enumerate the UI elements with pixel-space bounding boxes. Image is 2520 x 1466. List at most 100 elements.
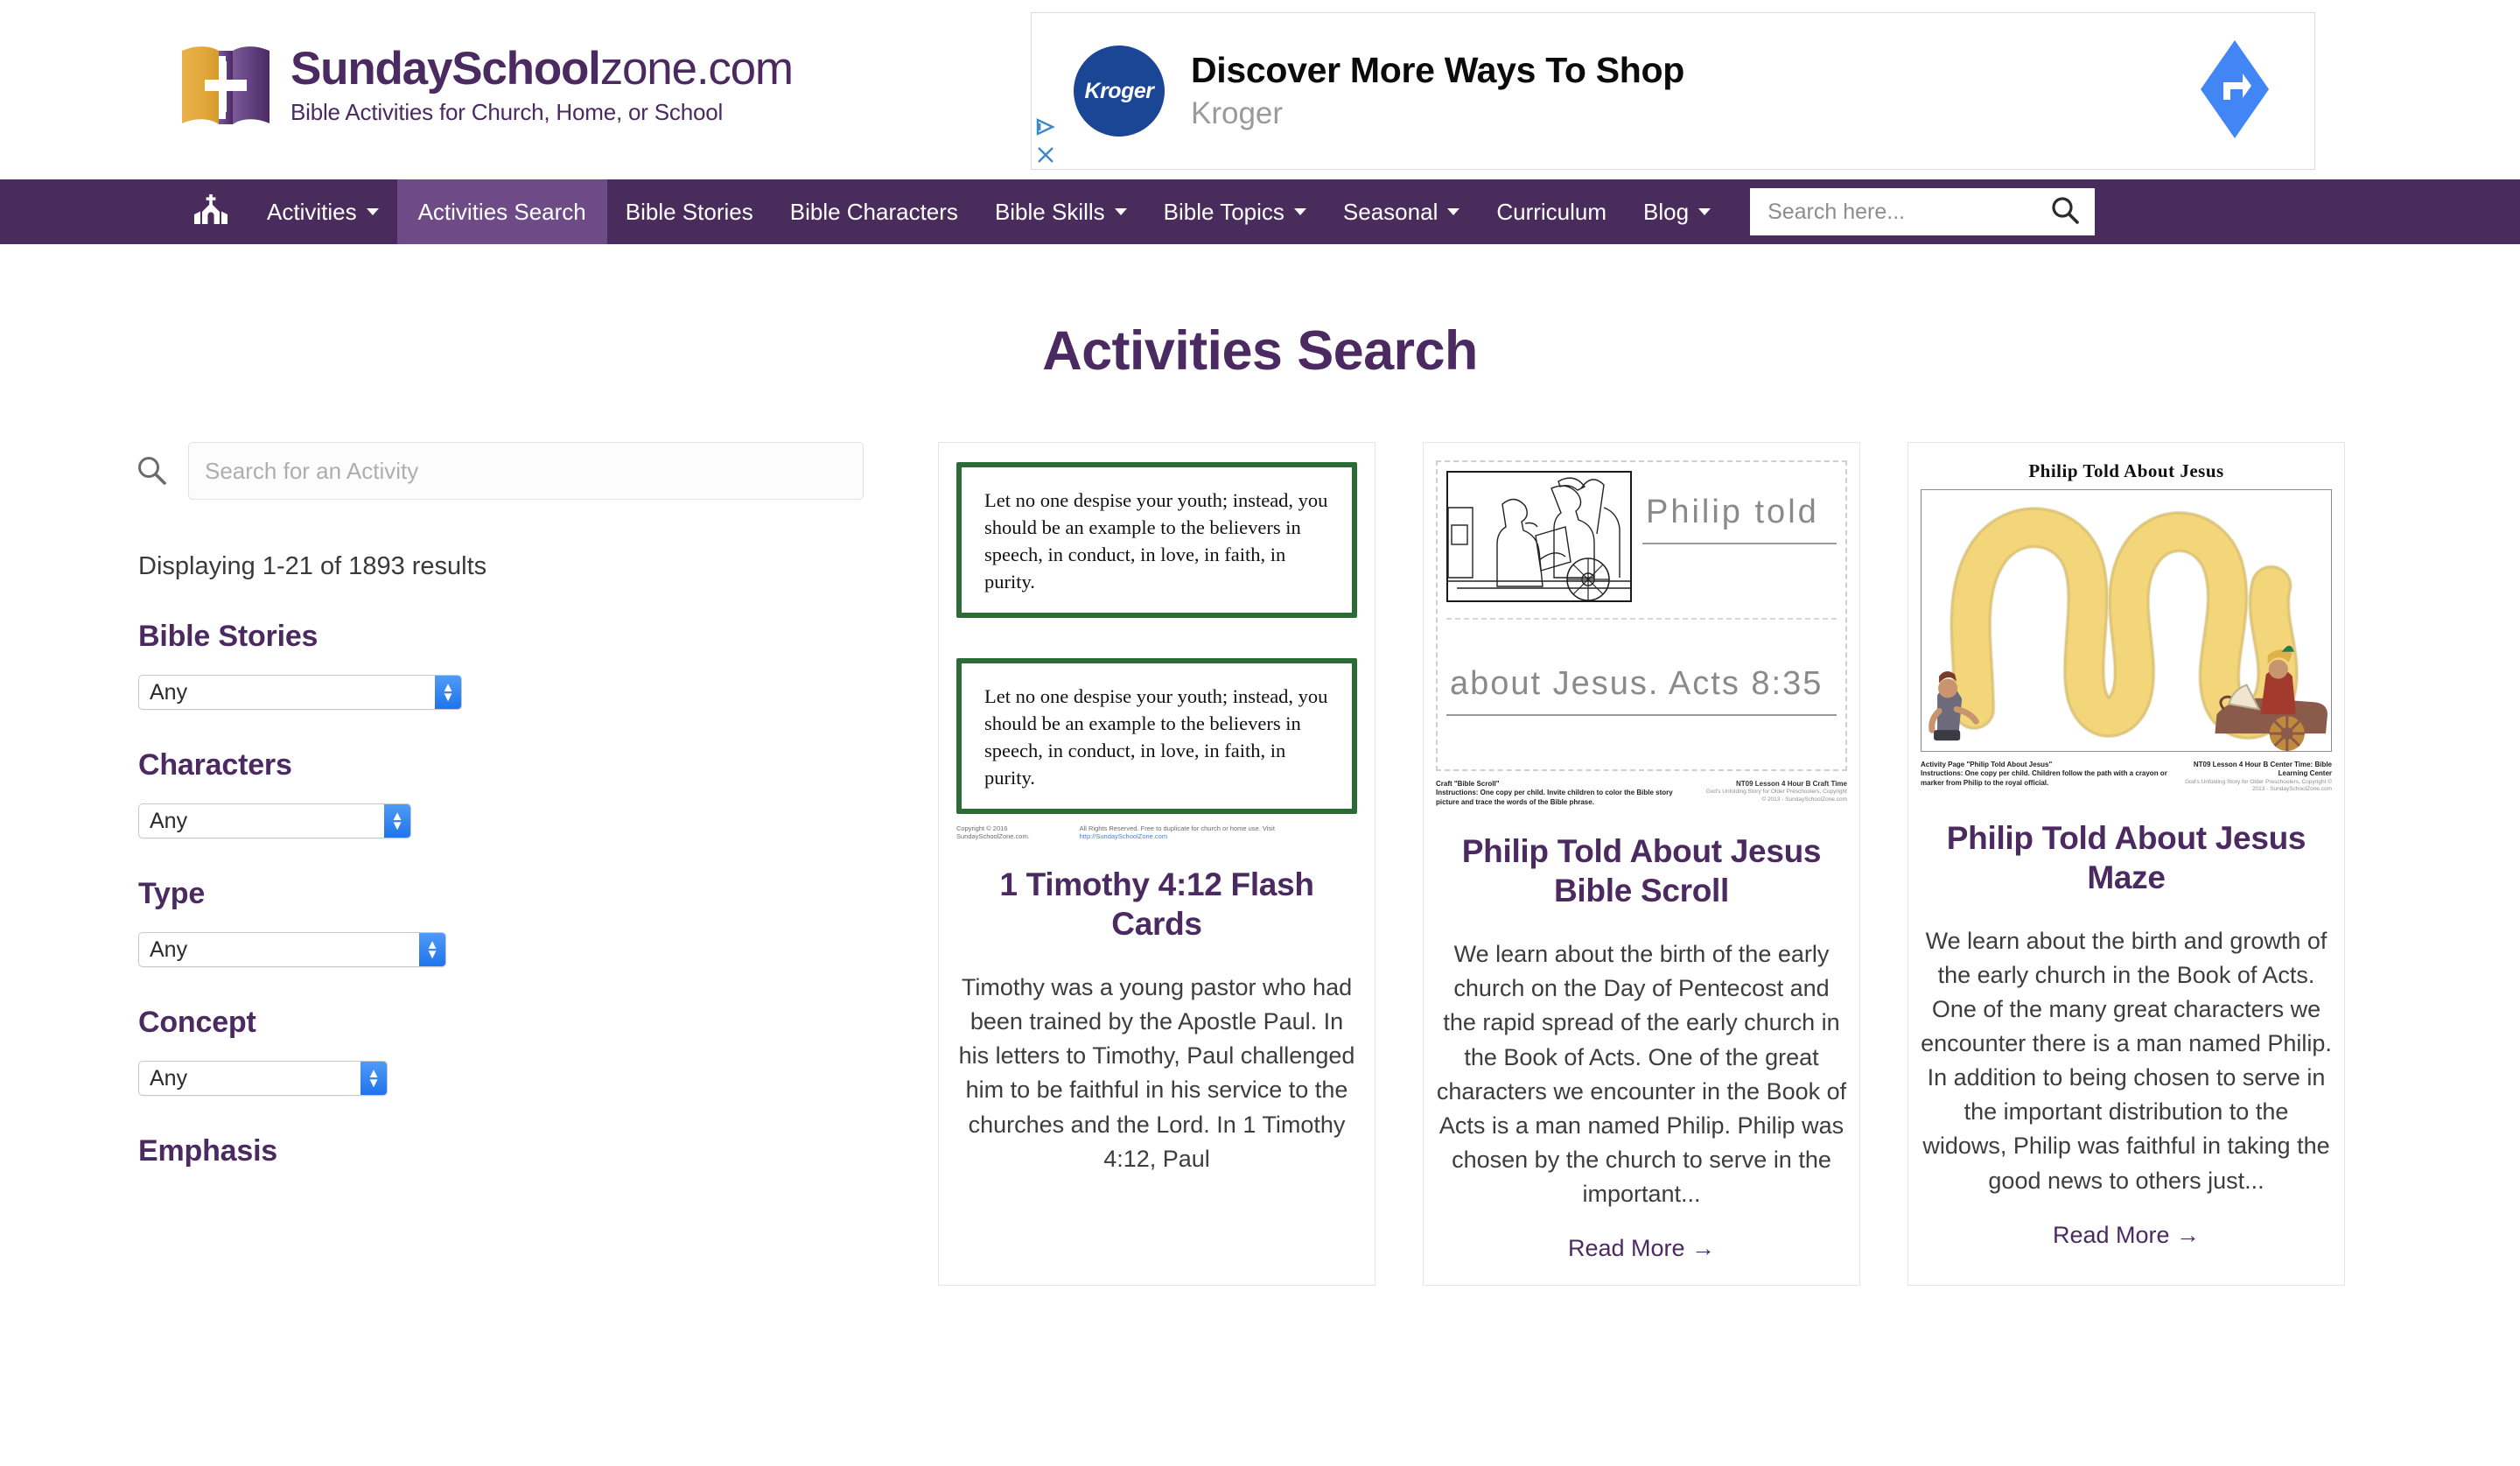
- rights-text: All Rights Reserved. Free to duplicate f…: [1079, 824, 1275, 840]
- thumbnail-footer: Copyright © 2016 SundaySchoolZone.com. A…: [956, 824, 1357, 840]
- ad-subline: Kroger: [1191, 96, 1284, 131]
- logo-name-bold: SundaySchool: [290, 43, 601, 95]
- filter-label: Bible Stories: [138, 620, 318, 653]
- filter-select-characters[interactable]: Any ▲ ▼: [138, 803, 411, 838]
- chevron-down-icon: [1698, 208, 1712, 215]
- flash-card: Let no one despise your youth; instead, …: [956, 658, 1357, 814]
- filter-value: Any: [150, 679, 188, 705]
- nav-label: Bible Topics: [1163, 198, 1284, 225]
- church-icon: [192, 193, 229, 232]
- thumbnail-footer-link[interactable]: http://SundaySchoolZone.com: [1080, 832, 1167, 840]
- logo-name-light: zone.com: [599, 43, 794, 95]
- filter-select-concept[interactable]: Any ▲ ▼: [138, 1061, 388, 1096]
- nav-item-seasonal[interactable]: Seasonal: [1325, 179, 1478, 244]
- nav-label: Seasonal: [1342, 198, 1438, 225]
- result-description: We learn about the birth and growth of t…: [1921, 927, 2332, 1194]
- result-card[interactable]: Philip told about Jesus. Acts 8:35 Craft…: [1423, 442, 1860, 1287]
- nav-label: Curriculum: [1496, 198, 1607, 225]
- search-icon: [136, 454, 169, 492]
- filter-value: Any: [150, 1065, 188, 1091]
- nav-item-bible-stories[interactable]: Bible Stories: [607, 179, 772, 244]
- filter-value: Any: [150, 936, 188, 962]
- nav-item-curriculum[interactable]: Curriculum: [1478, 179, 1625, 244]
- worksheet-footer-instructions: Instructions: One copy per child. Invite…: [1436, 789, 1673, 806]
- result-card[interactable]: Let no one despise your youth; instead, …: [938, 442, 1376, 1287]
- activity-thumbnail-maze[interactable]: Philip Told About Jesus Activity Page "P…: [1921, 460, 2332, 794]
- header-search-input[interactable]: Search here...: [1768, 200, 2049, 225]
- filter-value: Any: [150, 808, 188, 833]
- stepper-arrows-icon[interactable]: ▲ ▼: [384, 804, 410, 838]
- filters-sidebar: Search for an Activity Displaying 1-21 o…: [136, 442, 901, 1286]
- filter-group-characters: Characters Any ▲ ▼: [138, 748, 901, 838]
- maze-instructions: Activity Page "Philip Told About Jesus" …: [1921, 761, 2169, 794]
- flash-card-verse: Let no one despise your youth; instead, …: [984, 489, 1328, 593]
- activity-thumbnail-flash-cards[interactable]: Let no one despise your youth; instead, …: [956, 462, 1357, 840]
- nav-item-bible-skills[interactable]: Bible Skills: [976, 179, 1145, 244]
- maze-illustration: [1921, 489, 2332, 752]
- nav-item-activities-search[interactable]: Activities Search: [396, 179, 607, 244]
- stepper-arrows-icon[interactable]: ▲ ▼: [419, 933, 445, 966]
- search-icon[interactable]: [2049, 194, 2081, 230]
- lesson-ref-text: NT09 Lesson 4 Hour B Craft Time: [1736, 780, 1847, 788]
- ad-copy: Discover More Ways To Shop Kroger: [1191, 50, 2197, 131]
- result-title[interactable]: Philip Told About Jesus Bible Scroll: [1436, 831, 1847, 910]
- ad-close-icon[interactable]: [1035, 145, 1065, 169]
- nav-home-link[interactable]: [173, 179, 248, 244]
- worksheet-sheet: Philip told about Jesus. Acts 8:35: [1436, 460, 1847, 771]
- page-content: Search for an Activity Displaying 1-21 o…: [0, 442, 2520, 1287]
- filter-label: Emphasis: [138, 1134, 278, 1168]
- filter-select-bible-stories[interactable]: Any ▲ ▼: [138, 675, 462, 710]
- thumbnail-footer: Activity Page "Philip Told About Jesus" …: [1921, 761, 2332, 794]
- flash-card-verse: Let no one despise your youth; instead, …: [984, 685, 1328, 789]
- page-title: Activities Search: [1042, 320, 1478, 382]
- result-card[interactable]: Philip Told About Jesus Activity Page "P…: [1908, 442, 2345, 1287]
- result-title[interactable]: Philip Told About Jesus Maze: [1921, 818, 2332, 897]
- filter-group-emphasis: Emphasis: [138, 1134, 901, 1168]
- ad-cta-button[interactable]: [2197, 37, 2272, 146]
- filter-select-type[interactable]: Any ▲ ▼: [138, 932, 446, 967]
- filter-group-type: Type Any ▲ ▼: [138, 877, 901, 967]
- filter-group-bible-stories: Bible Stories Any ▲ ▼: [138, 620, 901, 710]
- trace-rule-1: [1642, 543, 1837, 544]
- nav-label: Bible Stories: [625, 198, 753, 225]
- nav-label: Bible Characters: [789, 198, 958, 225]
- stepper-arrows-icon[interactable]: ▲ ▼: [360, 1062, 387, 1095]
- maze-sheet-title: Philip Told About Jesus: [2028, 460, 2224, 481]
- header-search-box[interactable]: Search here...: [1750, 188, 2096, 235]
- results-grid: Let no one despise your youth; instead, …: [938, 442, 2345, 1287]
- nav-label: Bible Skills: [994, 198, 1105, 225]
- thumbnail-footer: Craft "Bible Scroll" Instructions: One c…: [1436, 780, 1847, 807]
- nav-item-activities[interactable]: Activities: [248, 179, 397, 244]
- maze-footer-title: Activity Page "Philip Told About Jesus": [1921, 761, 2053, 768]
- chevron-down-icon: [1114, 208, 1127, 215]
- filter-label: Characters: [138, 748, 292, 782]
- site-logo[interactable]: SundaySchoolzone.com Bible Activities fo…: [173, 33, 794, 138]
- worksheet-instructions: Craft "Bible Scroll" Instructions: One c…: [1436, 780, 1688, 807]
- result-title[interactable]: 1 Timothy 4:12 Flash Cards: [956, 865, 1357, 943]
- trace-rule-2: [1446, 714, 1837, 716]
- nav-label: Blog: [1643, 198, 1690, 225]
- nav-item-bible-topics[interactable]: Bible Topics: [1145, 179, 1325, 244]
- ad-info-icon[interactable]: [1035, 118, 1065, 140]
- nav-item-bible-characters[interactable]: Bible Characters: [772, 179, 976, 244]
- filter-label: Type: [138, 877, 206, 910]
- read-more-link[interactable]: Read More →: [1436, 1235, 1847, 1262]
- read-more-link[interactable]: Read More →: [1921, 1222, 2332, 1249]
- activity-search-row: Search for an Activity: [136, 442, 901, 500]
- activity-search-input[interactable]: Search for an Activity: [188, 442, 864, 500]
- advertisement-banner[interactable]: Kroger Discover More Ways To Shop Kroger: [1031, 12, 2315, 170]
- activity-thumbnail-bible-scroll[interactable]: Philip told about Jesus. Acts 8:35 Craft…: [1436, 460, 1847, 807]
- chevron-down-icon: [1447, 208, 1460, 215]
- copyright-text: Copyright © 2016 SundaySchoolZone.com.: [956, 824, 1030, 840]
- worksheet-top-row: Philip told: [1446, 471, 1837, 620]
- nav-label: Activities Search: [417, 198, 586, 225]
- trace-line-1-area: Philip told: [1642, 471, 1837, 611]
- worksheet-footer-title: Craft "Bible Scroll": [1436, 780, 1500, 788]
- results-count: Displaying 1-21 of 1893 results: [138, 552, 487, 580]
- stepper-arrows-icon[interactable]: ▲ ▼: [435, 676, 461, 709]
- nav-item-blog[interactable]: Blog: [1625, 179, 1729, 244]
- chevron-down-icon: [1293, 208, 1306, 215]
- ad-headline: Discover More Ways To Shop: [1191, 50, 1685, 91]
- worksheet-lesson-ref: NT09 Lesson 4 Hour B Craft Time God's Un…: [1702, 780, 1847, 807]
- main-navigation[interactable]: Activities Activities Search Bible Stori…: [0, 179, 2520, 244]
